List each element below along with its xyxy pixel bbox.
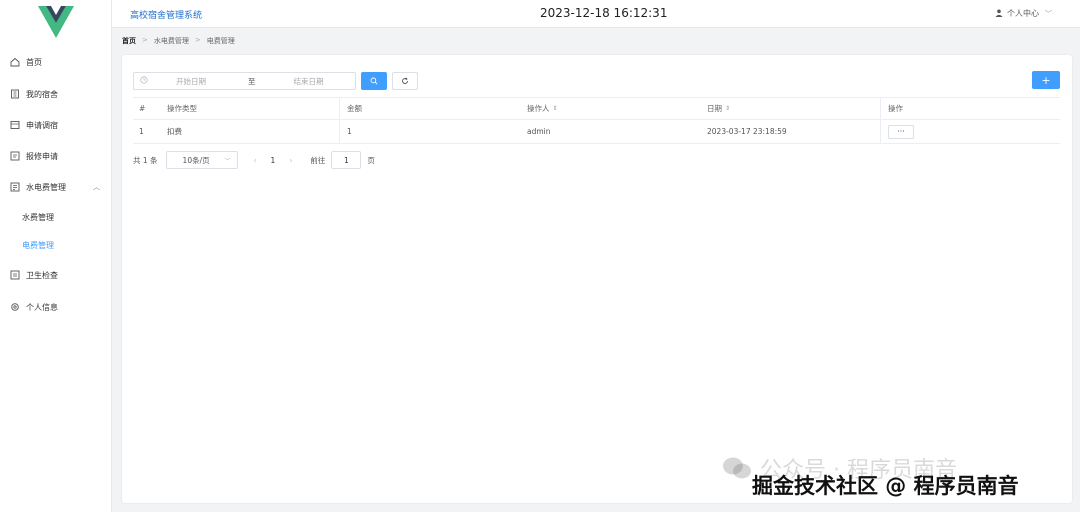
wechat-icon xyxy=(723,457,751,479)
watermark-front: 掘金技术社区 @ 程序员南音 xyxy=(752,474,1019,498)
table-header-row: # 操作类型 金额 操作人 ⇕ 日期 ⇕ 操作 xyxy=(133,98,1060,120)
sidebar-item-repair[interactable]: 报修申请 xyxy=(0,146,112,166)
refresh-icon xyxy=(402,77,408,84)
next-page-button[interactable]: › xyxy=(289,156,292,165)
table-row: 1 扣费 1 admin 2023-03-17 23:18:59 ··· xyxy=(133,120,1060,144)
building-icon xyxy=(10,89,20,99)
start-date-input[interactable]: 开始日期 xyxy=(176,76,236,87)
main-card: 开始日期 至 结束日期 + # 操作类型 金额 操作人 ⇕ 日期 ⇕ 操作 1 扣费… xyxy=(122,55,1072,503)
bill-icon xyxy=(10,182,20,192)
sidebar-subitem-electricity-fee[interactable]: 电费管理 xyxy=(22,237,54,253)
cell-text: 2023-03-17 23:18:59 xyxy=(707,127,787,136)
cell-amount: 1 xyxy=(340,120,520,143)
user-icon xyxy=(995,9,1003,19)
sidebar-item-label: 卫生检查 xyxy=(26,270,58,280)
date-range-picker[interactable]: 开始日期 至 结束日期 xyxy=(133,72,356,90)
breadcrumb: 首页 > 水电费管理 > 电费管理 xyxy=(122,36,235,46)
breadcrumb-separator: > xyxy=(194,36,201,44)
clock: 2023-12-18 16:12:31 xyxy=(540,6,668,20)
column-header-type: 操作类型 xyxy=(160,98,340,119)
goto-unit: 页 xyxy=(367,155,375,165)
sort-icon[interactable]: ⇕ xyxy=(553,105,558,112)
home-icon xyxy=(10,57,20,67)
fee-table: # 操作类型 金额 操作人 ⇕ 日期 ⇕ 操作 1 扣费 1 admin 2023-… xyxy=(133,97,1060,144)
breadcrumb-current: 电费管理 xyxy=(206,37,235,45)
cell-text: admin xyxy=(527,127,551,136)
sidebar-item-label: 个人信息 xyxy=(26,302,58,312)
page-size-select[interactable]: 10条/页 ﹀ xyxy=(165,151,238,169)
column-header-index: # xyxy=(139,104,146,113)
cell-date: 2023-03-17 23:18:59 xyxy=(700,120,880,143)
add-button[interactable]: + xyxy=(1032,71,1060,89)
sidebar-item-label: 首页 xyxy=(26,57,42,67)
plus-icon: + xyxy=(1041,73,1051,87)
cell-index: 1 xyxy=(139,127,144,136)
sidebar-item-my-dorm[interactable]: 我的宿舍 xyxy=(0,84,112,104)
sidebar-item-profile[interactable]: 个人信息 xyxy=(0,297,112,317)
top-header: 高校宿舍管理系统 2023-12-18 16:12:31 个人中心 ﹀ xyxy=(112,0,1080,28)
column-header-label: 日期 xyxy=(707,104,722,113)
sidebar-item-utility-bills[interactable]: 水电费管理 ︿ xyxy=(0,177,112,197)
clock-icon xyxy=(140,76,148,86)
breadcrumb-home[interactable]: 首页 xyxy=(122,36,136,46)
cell-text: 扣费 xyxy=(167,127,182,136)
app-title: 高校宿舍管理系统 xyxy=(130,11,203,21)
chevron-down-icon: ﹀ xyxy=(1045,9,1052,18)
pagination: 共 1 条 10条/页 ﹀ ‹ 1 › 前往 1 页 xyxy=(133,151,375,169)
cell-text: 1 xyxy=(347,127,352,136)
column-header-label: 操作类型 xyxy=(167,104,197,113)
pagination-total: 共 1 条 xyxy=(133,155,158,165)
column-header-label: 金额 xyxy=(347,104,362,113)
sidebar-item-label: 申请调宿 xyxy=(26,120,58,130)
sidebar-subitem-label: 电费管理 xyxy=(22,240,54,250)
cell-type: 扣费 xyxy=(160,120,340,143)
prev-page-button[interactable]: ‹ xyxy=(254,156,257,165)
chevron-down-icon: ﹀ xyxy=(224,157,231,165)
sidebar-item-label: 我的宿舍 xyxy=(26,89,58,99)
vue-logo[interactable] xyxy=(38,6,74,38)
column-header-amount: 金额 xyxy=(340,98,520,119)
more-actions-button[interactable]: ··· xyxy=(888,124,914,139)
swap-icon xyxy=(10,120,20,130)
sidebar-subitem-label: 水费管理 xyxy=(22,212,54,222)
user-center-label: 个人中心 xyxy=(1007,9,1039,18)
column-header-operator[interactable]: 操作人 ⇕ xyxy=(520,98,700,119)
sidebar-item-label: 水电费管理 xyxy=(26,182,66,192)
checklist-icon xyxy=(10,270,20,280)
cell-operator: admin xyxy=(520,120,700,143)
goto-page-input[interactable]: 1 xyxy=(331,151,362,169)
chevron-up-icon: ︿ xyxy=(93,183,100,191)
sidebar-subitem-water-fee[interactable]: 水费管理 xyxy=(22,209,54,225)
page-number-current[interactable]: 1 xyxy=(271,156,276,165)
column-header-action: 操作 xyxy=(880,98,1060,119)
search-button[interactable] xyxy=(361,72,387,90)
sidebar-item-label: 报修申请 xyxy=(26,151,58,161)
sidebar-item-swap-dorm[interactable]: 申请调宿 xyxy=(0,115,112,135)
search-icon xyxy=(370,77,378,85)
page-size-value: 10条/页 xyxy=(182,155,210,165)
column-header-date[interactable]: 日期 ⇕ xyxy=(700,98,880,119)
sidebar-item-hygiene-check[interactable]: 卫生检查 xyxy=(0,265,112,285)
reset-button[interactable] xyxy=(392,72,418,90)
end-date-input[interactable]: 结束日期 xyxy=(294,76,324,87)
breadcrumb-utility: 水电费管理 xyxy=(153,37,189,45)
gear-icon xyxy=(10,302,20,312)
breadcrumb-separator: > xyxy=(142,36,148,44)
sort-icon[interactable]: ⇕ xyxy=(725,105,730,112)
user-center-dropdown[interactable]: 个人中心 ﹀ xyxy=(995,8,1052,19)
column-header-label: 操作人 xyxy=(527,104,550,113)
date-range-separator: 至 xyxy=(248,76,256,86)
repair-icon xyxy=(10,151,20,161)
cell-action: ··· xyxy=(880,120,1060,143)
sidebar-item-home[interactable]: 首页 xyxy=(0,52,112,72)
column-header-label: 操作 xyxy=(888,104,903,113)
sidebar: 首页 我的宿舍 申请调宿 报修申请 水电费管理 ︿ 水费管理 电费管理 卫生检查… xyxy=(0,0,112,512)
goto-label: 前往 xyxy=(310,155,326,165)
